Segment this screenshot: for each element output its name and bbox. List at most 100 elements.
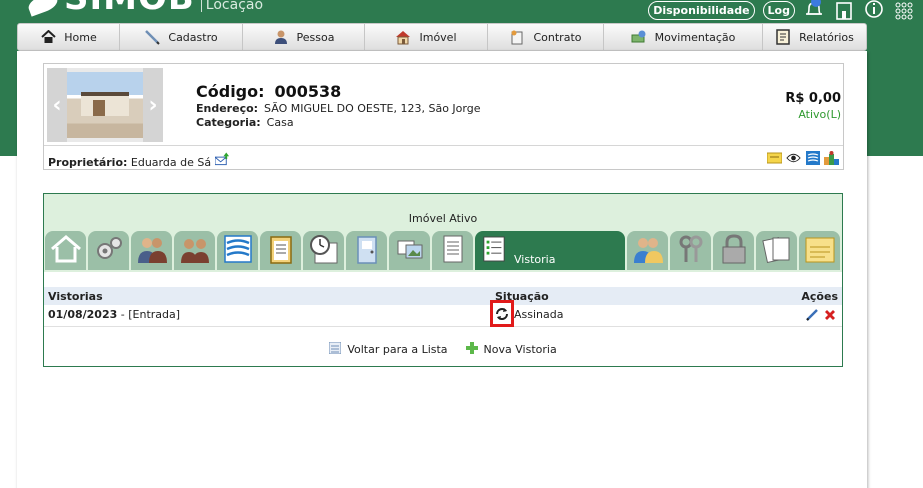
col-acoes: Ações xyxy=(801,290,838,303)
nav-label: Imóvel xyxy=(419,30,457,44)
lock-icon xyxy=(717,233,751,268)
new-label: Nova Vistoria xyxy=(483,343,557,356)
address-label: Endereço: xyxy=(196,102,259,115)
address-value: SÃO MIGUEL DO OESTE, 123, São Jorge xyxy=(264,102,481,115)
back-to-list-link[interactable]: Voltar para a Lista xyxy=(328,341,448,357)
document-list-icon[interactable] xyxy=(805,151,820,165)
nav-contrato[interactable]: Contrato xyxy=(488,24,604,50)
property-info: Código: 000538 Endereço: SÃO MIGUEL DO OES… xyxy=(196,82,480,129)
table-row[interactable]: 01/08/2023 - [Entrada] Assinada xyxy=(44,300,842,327)
nav-cadastro[interactable]: Cadastro xyxy=(120,24,243,50)
panel-header: Imóvel Ativo Vistoria xyxy=(44,194,842,272)
brand-subtitle: Locação xyxy=(200,0,263,12)
row-actions xyxy=(806,309,836,324)
tab-keys[interactable] xyxy=(670,231,711,270)
row-vistoria: 01/08/2023 - [Entrada] xyxy=(48,308,180,321)
document-wave-icon xyxy=(221,233,255,268)
list-icon xyxy=(328,341,342,357)
grid-icon[interactable] xyxy=(893,0,915,20)
owner-actions xyxy=(767,151,839,165)
person-icon xyxy=(273,29,289,45)
prev-photo-button[interactable]: ‹ xyxy=(47,68,67,142)
top-actions: Disponibilidade Log xyxy=(648,0,915,20)
refresh-icon[interactable] xyxy=(490,300,514,327)
property-category: Categoria: Casa xyxy=(196,116,480,129)
gear-icon xyxy=(92,233,126,268)
mail-upload-icon[interactable] xyxy=(214,152,230,166)
active-property-panel: Imóvel Ativo Vistoria Vistorias Situação… xyxy=(43,193,843,367)
new-vistoria-link[interactable]: Nova Vistoria xyxy=(465,342,557,357)
panel-title: Imóvel Ativo xyxy=(408,212,478,225)
nav-movimentacao[interactable]: Movimentação xyxy=(604,24,763,50)
row-date: 01/08/2023 xyxy=(48,308,118,321)
next-photo-button[interactable]: › xyxy=(143,68,163,142)
tab-home[interactable] xyxy=(45,231,86,270)
photo-door xyxy=(93,100,105,116)
tab-tenants[interactable] xyxy=(174,231,215,270)
tab-calendar[interactable] xyxy=(303,231,344,270)
code-label: Código: xyxy=(196,82,265,101)
tab-photos[interactable] xyxy=(389,231,430,270)
property-gallery: ‹ › xyxy=(47,68,163,142)
nav-pessoa[interactable]: Pessoa xyxy=(243,24,365,50)
files-icon xyxy=(760,233,794,268)
tab-lock[interactable] xyxy=(713,231,754,270)
info-icon[interactable] xyxy=(863,0,885,20)
tab-checklist[interactable] xyxy=(260,231,301,270)
nav-imovel[interactable]: Imóvel xyxy=(365,24,488,50)
contract-icon xyxy=(509,29,525,45)
list-header: Vistorias Situação Ações xyxy=(44,287,842,305)
property-card: ‹ › Código: 000538 Endereço: SÃO MIGUEL DO… xyxy=(43,63,844,170)
price-box: R$ 0,00 Ativo(L) xyxy=(785,91,841,121)
log-button[interactable]: Log xyxy=(762,0,795,20)
plus-icon xyxy=(465,342,478,357)
people-chart-icon[interactable] xyxy=(824,151,839,165)
tab-strip: Vistoria xyxy=(45,231,840,270)
brand-name: SIMOB xyxy=(64,0,195,15)
home-icon xyxy=(40,29,56,45)
door-icon xyxy=(350,233,384,268)
note-icon xyxy=(803,233,837,268)
availability-button[interactable]: Disponibilidade xyxy=(648,0,755,20)
edit-icon[interactable] xyxy=(806,309,818,324)
nav-home[interactable]: Home xyxy=(18,24,120,50)
tab-files[interactable] xyxy=(756,231,797,270)
couple-icon xyxy=(631,233,665,268)
clipboard-icon xyxy=(264,233,298,268)
property-code: Código: 000538 xyxy=(196,82,480,101)
tab-owners[interactable] xyxy=(131,231,172,270)
nav-label: Home xyxy=(64,30,97,44)
tab-settings[interactable] xyxy=(88,231,129,270)
tab-notes[interactable] xyxy=(799,231,840,270)
house-icon xyxy=(395,29,411,45)
note-icon[interactable] xyxy=(767,151,782,165)
nav-label: Movimentação xyxy=(654,30,736,44)
tab-list[interactable] xyxy=(432,231,473,270)
code-value: 000538 xyxy=(274,82,342,101)
property-price: R$ 0,00 xyxy=(785,91,841,106)
brand-logo[interactable]: SIMOB Locação xyxy=(26,0,263,17)
people-group-icon xyxy=(135,233,169,268)
tab-door[interactable] xyxy=(346,231,387,270)
owner-bar: Proprietário: Eduarda de Sá xyxy=(44,145,843,169)
eye-icon[interactable] xyxy=(786,151,801,165)
photos-icon xyxy=(393,233,427,268)
bell-icon[interactable] xyxy=(803,0,825,20)
tab-vistoria-label: Vistoria xyxy=(514,253,556,266)
tab-vistoria[interactable]: Vistoria xyxy=(475,231,625,270)
nav-relatorios[interactable]: Relatórios xyxy=(763,24,866,50)
row-situation: Assinada xyxy=(514,308,564,321)
tab-people[interactable] xyxy=(627,231,668,270)
owner-name: Eduarda de Sá xyxy=(130,156,212,169)
tab-documents[interactable] xyxy=(217,231,258,270)
building-icon[interactable] xyxy=(833,0,855,20)
delete-icon[interactable] xyxy=(824,309,836,324)
calendar-clock-icon xyxy=(307,233,341,268)
nav-label: Cadastro xyxy=(168,30,218,44)
row-type: - [Entrada] xyxy=(120,308,181,321)
list-doc-icon xyxy=(436,233,470,268)
panel-footer: Voltar para a Lista Nova Vistoria xyxy=(44,341,842,357)
photo-house xyxy=(81,92,129,116)
property-photo[interactable] xyxy=(67,72,143,138)
nav-label: Relatórios xyxy=(799,30,854,44)
